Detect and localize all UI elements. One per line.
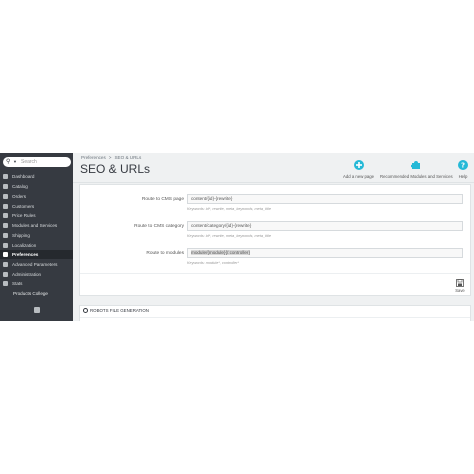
sidebar-item-products-college[interactable]: Products College [0,289,73,298]
route-cms-page-input[interactable]: content/{id}-{rewrite} [187,194,463,204]
recommended-modules-label: Recommended Modules and Services [380,174,453,179]
save-button[interactable]: Save [452,279,468,293]
sidebar-item-label: Catalog [12,184,28,189]
robots-file-panel: ROBOTS FILE GENERATION [79,305,471,321]
sidebar-item-stats[interactable]: Stats [0,279,73,288]
sidebar: ⚲ ▼ Search Dashboard Catalog Orders Cust… [0,153,73,321]
sidebar-item-shipping[interactable]: Shipping [0,231,73,240]
sidebar-item-label: Administration [12,272,42,277]
route-modules-input[interactable]: module/{module}{/:controller} [187,248,463,258]
cog-icon [3,272,8,277]
robots-panel-divider [80,317,470,318]
robots-panel-header: ROBOTS FILE GENERATION [83,308,149,313]
route-cms-category-help: Keywords: id*, rewrite, meta_keywords, m… [187,234,271,238]
puzzle-icon [411,161,421,169]
credit-card-icon [3,194,8,199]
users-icon [3,204,8,209]
add-new-page-button[interactable]: Add a new page [343,160,374,179]
route-cms-page-label: Route to CMS page [141,197,184,202]
store-icon [3,184,8,189]
trending-up-icon [3,174,8,179]
sidebar-item-label: Stats [12,281,23,286]
sidebar-item-label: Dashboard [12,174,35,179]
main-content: Preferences > SEO & URLs SEO & URLs Add a … [73,153,474,321]
svg-text:?: ? [461,162,465,170]
sidebar-item-label: Price Rules [12,213,36,218]
sidebar-item-preferences[interactable]: Preferences [0,250,73,259]
search-input[interactable]: Search [21,158,37,166]
sidebar-item-label: Preferences [12,252,39,257]
truck-icon [3,233,8,238]
recommended-modules-button[interactable]: Recommended Modules and Services [380,160,453,179]
help-icon: ? [458,160,468,170]
robots-panel-title: ROBOTS FILE GENERATION [90,308,149,313]
breadcrumb-current: SEO & URLs [114,155,142,160]
sidebar-item-customers[interactable]: Customers [0,202,73,211]
sidebar-item-dashboard[interactable]: Dashboard [0,172,73,181]
sidebar-item-label: Products College [13,291,48,296]
page-title: SEO & URLs [80,162,151,176]
routes-form-panel: Route to CMS page content/{id}-{rewrite}… [79,184,471,296]
sidebar-item-label: Shipping [12,233,30,238]
route-cms-category-input[interactable]: content/category/{id}-{rewrite} [187,221,463,231]
floppy-disk-icon [456,279,464,287]
panel-footer-divider [80,273,470,274]
route-cms-page-help: Keywords: id*, rewrite, meta_keywords, m… [187,207,271,211]
plus-circle-icon [353,160,364,170]
help-label: Help [458,174,468,179]
route-cms-category-label: Route to CMS category [134,224,184,229]
sidebar-item-modules[interactable]: Modules and Services [0,221,73,230]
route-modules-value: module/{module}{/:controller} [191,250,250,255]
sidebar-item-label: Modules and Services [12,223,58,228]
header-divider [73,182,474,183]
sidebar-item-advanced-parameters[interactable]: Advanced Parameters [0,260,73,269]
help-button[interactable]: ? Help [458,160,468,179]
chevron-down-icon[interactable]: ▼ [13,158,17,166]
search-box[interactable]: ⚲ ▼ Search [3,157,71,167]
sidebar-item-label: Customers [12,204,35,209]
sidebar-collapse-icon[interactable] [34,307,40,313]
tag-icon [3,213,8,218]
add-new-page-label: Add a new page [343,174,375,179]
bar-chart-icon [3,281,8,286]
route-modules-help: Keywords: module*, controller* [187,261,239,265]
app-window: ⚲ ▼ Search Dashboard Catalog Orders Cust… [0,153,474,321]
sidebar-item-label: Advanced Parameters [12,262,58,267]
sidebar-item-label: Localization [12,243,37,248]
wrench-icon [3,252,8,257]
sidebar-item-label: Orders [12,194,27,199]
globe-icon [3,243,8,248]
sidebar-item-orders[interactable]: Orders [0,192,73,201]
sidebar-item-administration[interactable]: Administration [0,270,73,279]
sidebar-item-price-rules[interactable]: Price Rules [0,211,73,220]
breadcrumb-separator: > [108,155,112,160]
cogs-icon [83,308,88,313]
breadcrumb-parent[interactable]: Preferences [81,155,106,160]
route-modules-label: Route to modules [146,251,184,256]
sidebar-item-catalog[interactable]: Catalog [0,182,73,191]
gears-icon [3,262,8,267]
sidebar-item-localization[interactable]: Localization [0,241,73,250]
puzzle-icon [3,223,8,228]
search-icon[interactable]: ⚲ [6,158,10,166]
save-label: Save [455,288,465,293]
breadcrumb: Preferences > SEO & URLs [81,155,141,160]
